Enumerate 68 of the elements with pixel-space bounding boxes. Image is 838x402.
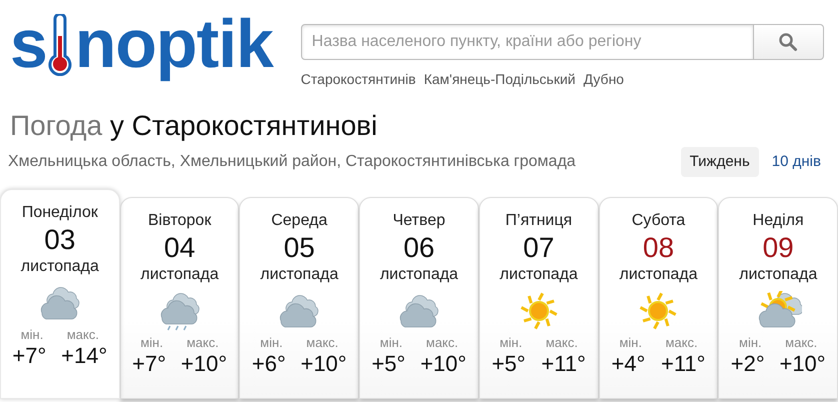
city-link[interactable]: Старокостянтинів [300, 71, 416, 87]
max-temperature: +10° [420, 351, 466, 378]
min-label: мін. [619, 335, 642, 352]
range-tab[interactable]: 10 днів [762, 146, 830, 178]
day-tab[interactable]: Середа 05 листопада мін. макс. +6° +10° [239, 197, 360, 400]
max-label: макс. [665, 335, 698, 352]
max-temperature: +11° [660, 351, 706, 378]
weekday-label: Четвер [392, 211, 446, 232]
day-tab[interactable]: Неділя 09 листопада мін. макс. +2° +10° [718, 197, 838, 400]
min-label: мін. [140, 335, 164, 352]
min-label: мін. [500, 335, 522, 352]
min-temperature: +5° [372, 351, 406, 378]
max-label: макс. [785, 335, 818, 352]
date-number: 04 [163, 231, 196, 266]
date-number: 06 [402, 231, 436, 266]
max-temperature: +10° [779, 351, 826, 378]
date-number: 03 [43, 223, 76, 258]
day-tab[interactable]: Четвер 06 листопада мін. макс. +5° +10° [359, 197, 479, 400]
max-label: макс. [426, 335, 458, 352]
month-label: листопада [378, 265, 460, 286]
min-label: мін. [20, 327, 44, 344]
day-tab[interactable]: П’ятниця 07 листопада мін. макс. +5° +11° [478, 197, 599, 400]
month-label: листопада [259, 265, 340, 286]
day-tab[interactable]: Вівторок 04 листопада мін. макс. +7° +10° [120, 197, 240, 400]
max-temperature: +10° [300, 351, 347, 378]
min-temperature: +7° [12, 343, 46, 370]
min-label: мін. [380, 335, 403, 352]
day-tab[interactable]: Субота 08 листопада мін. макс. +4° +11° [598, 197, 718, 400]
min-label: мін. [739, 335, 762, 352]
min-temperature: +2° [730, 351, 765, 378]
month-label: листопада [618, 265, 699, 286]
month-label: листопада [498, 265, 579, 286]
max-label: макс. [306, 335, 338, 352]
min-temperature: +4° [611, 351, 646, 378]
weekday-label: Середа [270, 211, 328, 232]
date-number: 05 [282, 231, 316, 266]
day-tab[interactable]: Понеділок 03 листопада мін. макс. +7° +14° [0, 189, 120, 400]
min-temperature: +5° [492, 351, 526, 378]
max-temperature: +14° [61, 343, 108, 370]
city-link[interactable]: Дубно [583, 71, 624, 87]
date-number: 07 [522, 231, 556, 266]
date-number: 09 [762, 231, 795, 266]
max-label: макс. [546, 335, 578, 352]
region-text: Хмельницька область, Хмельницький район, Старокостянтинівська громада [8, 152, 577, 172]
city-link[interactable]: Кам'янець-Подільський [424, 71, 576, 87]
weekday-label: Вівторок [146, 211, 212, 232]
weekday-label: П’ятниця [504, 211, 574, 232]
month-label: листопада [20, 257, 100, 278]
min-temperature: +7° [132, 351, 166, 378]
date-number: 08 [642, 231, 676, 266]
max-label: макс. [66, 327, 99, 344]
weekday-label: Неділя [752, 211, 805, 232]
min-temperature: +6° [252, 351, 286, 378]
max-temperature: +10° [180, 351, 227, 378]
month-label: листопада [140, 265, 220, 286]
month-label: листопада [738, 265, 818, 286]
search-button[interactable] [754, 24, 824, 60]
weekday-label: Понеділок [20, 203, 99, 224]
max-temperature: +11° [541, 351, 586, 378]
range-tab[interactable]: Тиждень [680, 146, 759, 178]
page-title: Погода у Старокостянтинові [10, 109, 378, 143]
logo-text: s [10, 10, 47, 78]
weekday-label: Субота [630, 211, 686, 232]
thermometer-icon [46, 14, 73, 76]
max-label: макс. [186, 335, 219, 352]
search-icon [778, 32, 798, 52]
min-label: мін. [260, 335, 283, 352]
search-field[interactable]: Назва населеного пункту, країни або регіону [300, 24, 754, 60]
